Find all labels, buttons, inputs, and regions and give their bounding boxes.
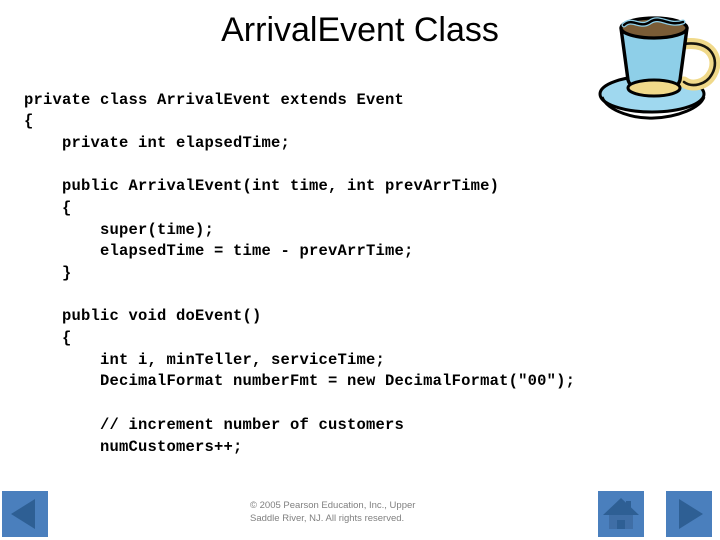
- triangle-left-icon: [11, 499, 35, 529]
- code-listing: private class ArrivalEvent extends Event…: [24, 90, 684, 459]
- code-line: private class ArrivalEvent extends Event: [24, 90, 405, 109]
- code-line: public ArrivalEvent(int time, int prevAr…: [24, 177, 500, 196]
- code-line: {: [24, 329, 72, 348]
- code-line: elapsedTime = time - prevArrTime;: [24, 242, 414, 261]
- code-line: {: [24, 198, 72, 217]
- footer-copyright: © 2005 Pearson Education, Inc., Upper Sa…: [250, 499, 470, 525]
- code-line: DecimalFormat numberFmt = new DecimalFor…: [24, 372, 576, 391]
- code-line: super(time);: [24, 220, 215, 239]
- code-line: {: [24, 112, 34, 131]
- code-line: numCustomers++;: [24, 437, 243, 456]
- copyright-line-1: © 2005 Pearson Education, Inc., Upper: [250, 500, 416, 511]
- triangle-right-icon: [679, 499, 703, 529]
- copyright-line-2: Saddle River, NJ. All rights reserved.: [250, 513, 405, 524]
- code-line: public void doEvent(): [24, 307, 262, 326]
- code-line: }: [24, 264, 72, 282]
- code-line: int i, minTeller, serviceTime;: [24, 350, 386, 369]
- next-slide-button[interactable]: [666, 491, 712, 537]
- code-line: // increment number of customers: [24, 415, 405, 434]
- code-line: private int elapsedTime;: [24, 133, 291, 152]
- previous-slide-button[interactable]: [2, 491, 48, 537]
- home-button[interactable]: [598, 491, 644, 537]
- home-icon: [603, 498, 639, 529]
